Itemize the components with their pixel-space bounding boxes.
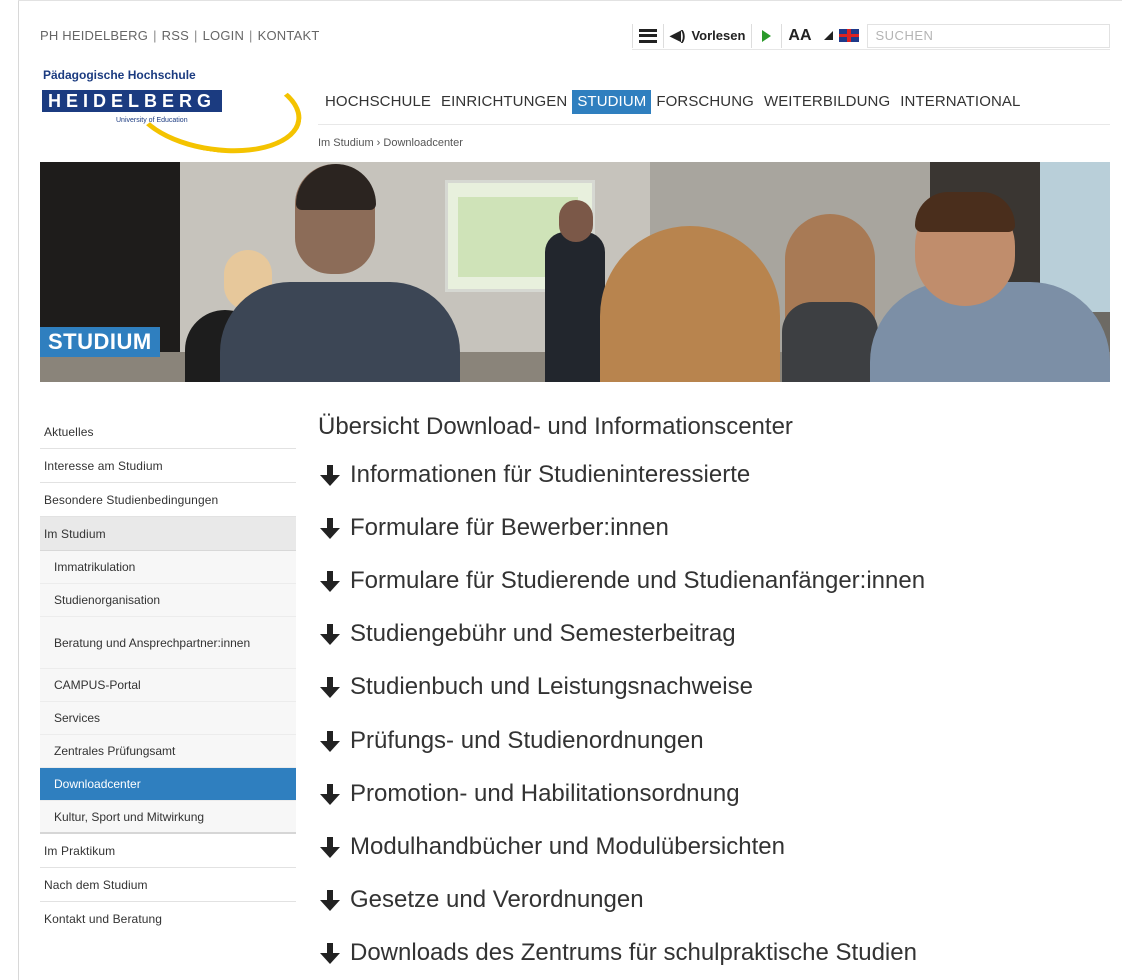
- top-bar: PH HEIDELBERG | RSS | LOGIN | KONTAKT ◀) Vorle…: [40, 22, 1110, 50]
- hamburger-icon: [639, 28, 657, 43]
- sidebar-item-interesse[interactable]: Interesse am Studium: [40, 449, 296, 483]
- search-input[interactable]: SUCHEN: [866, 23, 1110, 48]
- download-section-label: Modulhandbücher und Modulübersichten: [350, 832, 785, 860]
- sidebar-sub-downloadcenter[interactable]: Downloadcenter: [40, 768, 296, 801]
- download-section-link[interactable]: Modulhandbücher und Modulübersichten: [318, 820, 1108, 873]
- arrow-down-icon: [318, 566, 344, 596]
- play-button[interactable]: [752, 23, 783, 48]
- hero-image: STUDIUM: [40, 162, 1110, 382]
- sidebar-sub-pruefungsamt[interactable]: Zentrales Prüfungsamt: [40, 735, 296, 768]
- sidebar-navigation: Aktuelles Interesse am Studium Besondere…: [40, 415, 296, 936]
- main-navigation: HOCHSCHULE EINRICHTUNGEN STUDIUM FORSCHU…: [320, 90, 1025, 114]
- menu-button[interactable]: [632, 23, 664, 48]
- sidebar-item-im-studium[interactable]: Im Studium: [40, 517, 296, 551]
- sidebar-sub-kultur[interactable]: Kultur, Sport und Mitwirkung: [40, 801, 296, 834]
- download-section-label: Gesetze und Verordnungen: [350, 886, 644, 914]
- arrow-down-icon: [318, 779, 344, 809]
- separator: |: [194, 28, 198, 43]
- link-ph-heidelberg[interactable]: PH HEIDELBERG: [40, 28, 148, 43]
- separator: |: [153, 28, 157, 43]
- link-kontakt[interactable]: KONTAKT: [258, 28, 320, 43]
- nav-divider: [318, 124, 1110, 125]
- download-section-label: Promotion- und Habilitationsordnung: [350, 779, 740, 807]
- link-login[interactable]: LOGIN: [203, 28, 244, 43]
- breadcrumb[interactable]: Im Studium › Downloadcenter: [318, 137, 463, 149]
- sidebar-item-kontakt[interactable]: Kontakt und Beratung: [40, 902, 296, 936]
- download-section-link[interactable]: Formulare für Studierende und Studienanf…: [318, 554, 1108, 607]
- page-frame-left: [18, 0, 19, 980]
- download-section-label: Prüfungs- und Studienordnungen: [350, 726, 704, 754]
- sidebar-sub-beratung[interactable]: Beratung und Ansprechpartner:innen: [40, 617, 296, 669]
- download-section-label: Downloads des Zentrums für schulpraktisc…: [350, 939, 917, 967]
- sidebar-sub-services[interactable]: Services: [40, 702, 296, 735]
- top-links: PH HEIDELBERG | RSS | LOGIN | KONTAKT: [40, 28, 319, 43]
- download-section-link[interactable]: Prüfungs- und Studienordnungen: [318, 714, 1108, 767]
- sidebar-sub-studienorganisation[interactable]: Studienorganisation: [40, 584, 296, 617]
- read-aloud-button[interactable]: ◀) Vorlesen: [664, 23, 753, 48]
- arrow-down-icon: [318, 938, 344, 968]
- contrast-icon[interactable]: [823, 31, 833, 40]
- download-section-link[interactable]: Informationen für Studieninteressierte: [318, 448, 1108, 501]
- arrow-down-icon: [318, 460, 344, 490]
- font-size-icon: AA: [788, 26, 812, 44]
- read-aloud-label: Vorlesen: [691, 28, 746, 43]
- nav-forschung[interactable]: FORSCHUNG: [651, 90, 759, 114]
- hero-section-label: STUDIUM: [40, 327, 160, 357]
- accessibility-toolbar: ◀) Vorlesen AA SUCHEN: [632, 22, 1110, 50]
- page-frame-top: [18, 0, 1122, 1]
- sidebar-item-praktikum[interactable]: Im Praktikum: [40, 834, 296, 868]
- sidebar-item-besondere[interactable]: Besondere Studienbedingungen: [40, 483, 296, 517]
- arrow-down-icon: [318, 513, 344, 543]
- nav-weiterbildung[interactable]: WEITERBILDUNG: [759, 90, 895, 114]
- arrow-down-icon: [318, 726, 344, 756]
- sidebar-item-nach-dem-studium[interactable]: Nach dem Studium: [40, 868, 296, 902]
- sidebar-sub-immatrikulation[interactable]: Immatrikulation: [40, 551, 296, 584]
- download-section-link[interactable]: Studienbuch und Leistungsnachweise: [318, 661, 1108, 714]
- download-section-link[interactable]: Gesetze und Verordnungen: [318, 874, 1108, 927]
- download-section-link[interactable]: Promotion- und Habilitationsordnung: [318, 767, 1108, 820]
- link-rss[interactable]: RSS: [162, 28, 189, 43]
- arrow-down-icon: [318, 619, 344, 649]
- play-icon: [762, 29, 772, 42]
- main-content: Übersicht Download- und Informationscent…: [318, 410, 1108, 980]
- nav-hochschule[interactable]: HOCHSCHULE: [320, 90, 436, 114]
- arrow-down-icon: [318, 832, 344, 862]
- nav-studium[interactable]: STUDIUM: [572, 90, 652, 114]
- logo-line-2: HEIDELBERG: [42, 90, 223, 112]
- sidebar-item-aktuelles[interactable]: Aktuelles: [40, 415, 296, 449]
- arrow-down-icon: [318, 672, 344, 702]
- download-section-label: Informationen für Studieninteressierte: [350, 460, 751, 488]
- university-logo[interactable]: Pädagogische Hochschule HEIDELBERG Unive…: [40, 54, 308, 164]
- download-section-label: Formulare für Studierende und Studienanf…: [350, 566, 926, 594]
- logo-line-3: University of Education: [116, 117, 188, 124]
- download-section-link[interactable]: Studiengebühr und Semesterbeitrag: [318, 608, 1108, 661]
- download-section-link[interactable]: Formulare für Bewerber:innen: [318, 501, 1108, 554]
- uk-flag-icon[interactable]: [838, 29, 859, 42]
- speaker-icon: ◀): [670, 27, 686, 43]
- nav-international[interactable]: INTERNATIONAL: [895, 90, 1025, 114]
- font-size-button[interactable]: AA: [782, 24, 817, 48]
- arrow-down-icon: [318, 885, 344, 915]
- nav-einrichtungen[interactable]: EINRICHTUNGEN: [436, 90, 572, 114]
- separator: |: [249, 28, 253, 43]
- download-section-label: Formulare für Bewerber:innen: [350, 513, 669, 541]
- download-section-label: Studiengebühr und Semesterbeitrag: [350, 620, 736, 648]
- download-section-link[interactable]: Downloads des Zentrums für schulpraktisc…: [318, 927, 1108, 980]
- page-title: Übersicht Download- und Informationscent…: [318, 413, 793, 440]
- logo-line-1: Pädagogische Hochschule: [43, 68, 196, 82]
- sidebar-sub-campus-portal[interactable]: CAMPUS-Portal: [40, 669, 296, 702]
- download-section-label: Studienbuch und Leistungsnachweise: [350, 673, 753, 701]
